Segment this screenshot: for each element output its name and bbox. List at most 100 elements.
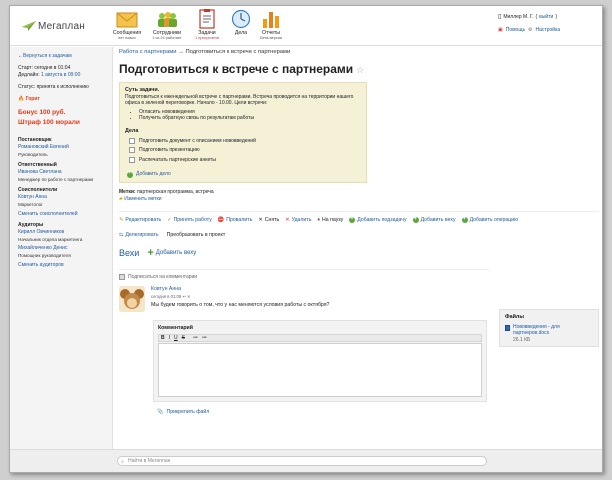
back-to-tasks-link[interactable]: Вернуться к задачам [23, 53, 72, 59]
status-text: Статус: принята к исполнению [18, 84, 89, 90]
italic-button[interactable]: I [169, 335, 170, 341]
help-link[interactable]: Помощь [506, 27, 525, 33]
user-links: ▣ Помощь ⚙ Настройка [498, 25, 594, 34]
change-auditors-link[interactable]: Сменить аудиторов [18, 262, 64, 268]
task-actions: ✎ Редактировать ✓ Принять работу ⛔ Провалит… [119, 210, 599, 224]
subscribe-row: Подписаться на комментарии [119, 268, 489, 280]
remove-action[interactable]: ✕ Снять [258, 217, 279, 224]
folder-icon: ▰ [119, 195, 123, 202]
comment-textarea[interactable] [158, 342, 482, 397]
todo-checkbox[interactable] [129, 137, 135, 144]
file-size: 26.1 КБ [513, 336, 531, 343]
coexecutor-link[interactable]: Ковтун Анна [18, 194, 47, 200]
user-name[interactable]: Миллер М. Г. [503, 14, 533, 20]
help-icon: ▣ [498, 26, 503, 33]
add-operation-action[interactable]: Добавить операцию [461, 216, 518, 224]
nav-reports[interactable]: Отчеты Бета-версия [252, 9, 290, 40]
auditor1-link[interactable]: Кирилл Овчинников [18, 229, 64, 235]
files-heading: Файлы [505, 314, 524, 320]
accept-action[interactable]: ✓ Принять работу [167, 217, 212, 224]
tags-block: Метки: партнерская программа, встреча ▰ … [119, 188, 214, 202]
pause-action[interactable]: ⏸ На паузу [317, 217, 343, 224]
coexecutor-role: Маркетолог [18, 202, 43, 207]
tags-value: партнерская программа, встреча [136, 188, 214, 195]
tasks-icon [199, 9, 215, 29]
bold-button[interactable]: B [161, 335, 165, 341]
delete-action[interactable]: ✕ Удалить [285, 217, 311, 224]
todos-heading: Дела [125, 127, 139, 134]
fail-icon: ⛔ [217, 217, 225, 224]
subscribe-checkbox[interactable] [119, 273, 125, 280]
reply-icon[interactable]: ↩ [182, 294, 186, 299]
nav-tasks[interactable]: Задачи 1 просрочена [188, 9, 226, 40]
deadline-link[interactable]: 1 августа в 09:00 [41, 72, 80, 78]
delete-comment-icon[interactable]: ✕ [187, 294, 191, 299]
breadcrumb-project-link[interactable]: Работа с партнерами [119, 49, 176, 55]
numbered-list-button[interactable]: ≔ [202, 335, 207, 341]
add-icon [461, 216, 468, 224]
todo-item: Распечатать партнерские анкеты [125, 157, 361, 164]
paperclip-icon: 📎 [157, 408, 164, 415]
global-search-input[interactable]: ⌕ Найти в Мегаплан [117, 456, 487, 466]
add-todo-link[interactable]: Добавить дело [136, 171, 171, 178]
start-time: Старт: сегодня в 01:04 [18, 65, 71, 71]
fire-icon: 🔥 [18, 96, 25, 102]
nav-messages[interactable]: Сообщения нет новых [108, 9, 146, 40]
penalty-text: Штраф 100 морали [18, 119, 80, 126]
bullet-list-button[interactable]: ≔ [193, 335, 198, 341]
responsible-role: Менеджер по работе с партнерами [18, 177, 94, 182]
auditor1-role: Начальник отдела маркетинга [18, 237, 83, 242]
edit-action[interactable]: ✎ Редактировать [119, 217, 161, 224]
edit-tags-link[interactable]: Изменить метки [124, 196, 161, 202]
add-icon [412, 216, 419, 224]
pause-icon: ⏸ [317, 216, 320, 223]
comment-editor-label: Комментарий [158, 324, 193, 331]
settings-link[interactable]: Настройка [536, 27, 561, 33]
logo-text: Мегаплан [38, 21, 85, 32]
user-area: ▯ Миллер М. Г. (выйти) ▣ Помощь ⚙ Настро… [498, 12, 594, 34]
chart-icon [263, 12, 279, 28]
strike-button[interactable]: S [182, 335, 185, 341]
add-milestone-action[interactable]: Добавить веху [412, 216, 456, 224]
delegate-action[interactable]: ⇆ Делегировать [119, 232, 159, 238]
envelope-icon [116, 12, 138, 28]
responsible-heading: Ответственный [18, 162, 57, 168]
goals-list: Огласить нововведения Получить обратную … [139, 109, 361, 122]
responsible-link[interactable]: Иванова Светлана [18, 169, 62, 175]
nav-employees[interactable]: Сотрудники 1 из 24 работает [148, 9, 186, 40]
add-icon [349, 216, 356, 224]
add-subtask-action[interactable]: Добавить подзадачу [349, 216, 407, 224]
logout-link[interactable]: выйти [539, 14, 553, 20]
star-icon[interactable]: ☆ [356, 65, 364, 75]
todo-checkbox[interactable] [129, 157, 135, 164]
convert-action[interactable]: Преобразовать в проект [167, 232, 226, 238]
comment-author-link[interactable]: Ковтун Анна [151, 286, 181, 292]
search-icon: ⌕ [121, 459, 124, 465]
auditor2-link[interactable]: Михайличенко Денис [18, 245, 67, 251]
add-milestone-link[interactable]: + Добавить веху [147, 247, 196, 259]
editor-toolbar: B I U S ≔ ≔ [158, 333, 482, 342]
check-icon: ✓ [167, 217, 172, 224]
comment-item: Ковтун Анна сегодня в 01:09 ↩ ✕ Мы будем… [119, 285, 489, 312]
goal-item: Огласить нововведения [139, 109, 361, 116]
milestones-header: Вехи + Добавить веху [119, 247, 599, 259]
coexecutors-heading: Соисполнители [18, 187, 58, 193]
change-coexecutors-link[interactable]: Сменить соисполнителей [18, 211, 78, 217]
owner-link[interactable]: Романовский Евгений [18, 144, 69, 150]
app-window: Мегаплан Сообщения нет новых Сотрудники … [9, 5, 603, 473]
attach-file-link[interactable]: Прикрепить файл [166, 409, 209, 415]
file-link[interactable]: Нововведения - для партнеров.docx [513, 324, 560, 337]
todo-checkbox[interactable] [129, 147, 135, 154]
todo-item: Подготовить документ с описанием нововве… [125, 138, 361, 145]
clock-icon [231, 9, 251, 29]
document-icon [505, 324, 510, 331]
delegate-icon: ⇆ [119, 231, 124, 238]
fail-action[interactable]: ⛔ Провалить [218, 217, 253, 224]
underline-button[interactable]: U [174, 335, 178, 341]
logo[interactable]: Мегаплан [22, 20, 97, 34]
comment-editor: Комментарий B I U S ≔ ≔ [153, 319, 487, 402]
add-icon [127, 170, 133, 178]
auditor2-role: Помощник руководителя [18, 253, 71, 258]
file-item: Нововведения - для партнеров.docx 26.1 К… [505, 324, 593, 344]
back-row: ←Вернуться к задачам [18, 53, 72, 59]
